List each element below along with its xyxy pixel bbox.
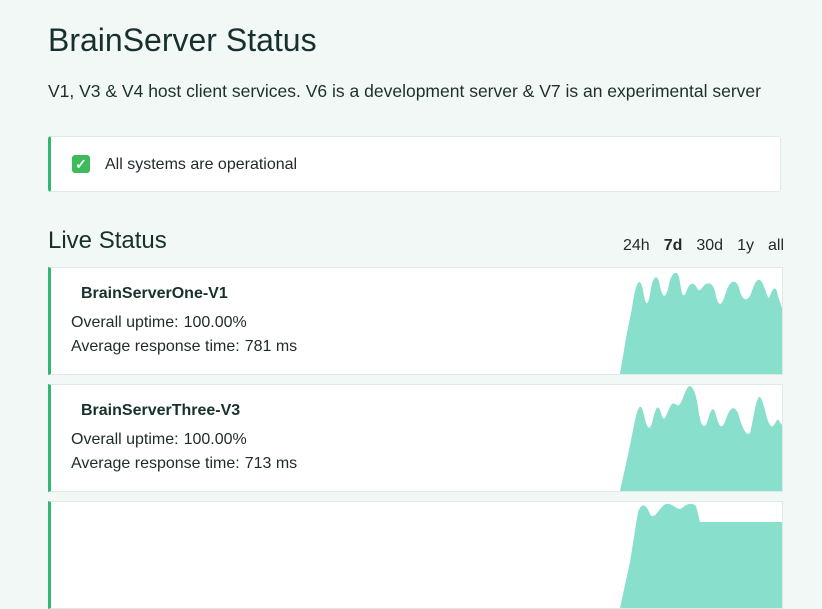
uptime-row: Overall uptime: 100.00% [71, 431, 247, 449]
response-row: Average response time: 781 ms [71, 338, 297, 356]
uptime-row: Overall uptime: 100.00% [71, 314, 247, 332]
page-title: BrainServer Status [48, 22, 317, 58]
server-card[interactable]: BrainServerThree-V3 Overall uptime: 100.0… [48, 384, 783, 492]
response-value: 713 ms [244, 455, 298, 472]
live-status-title: Live Status [48, 227, 167, 254]
range-selector: 24h 7d 30d 1y all [623, 237, 784, 255]
response-sparkline [620, 272, 782, 374]
status-banner: ✓ All systems are operational [48, 136, 781, 192]
response-sparkline [620, 503, 782, 608]
response-label: Average response time: [71, 455, 240, 472]
range-all[interactable]: all [768, 237, 784, 255]
range-1y[interactable]: 1y [737, 237, 754, 255]
server-card[interactable]: BrainServerOne-V1 Overall uptime: 100.00%… [48, 267, 783, 375]
uptime-value: 100.00% [183, 314, 247, 331]
range-30d[interactable]: 30d [696, 237, 723, 255]
uptime-value: 100.00% [183, 431, 247, 448]
uptime-label: Overall uptime: [71, 431, 179, 448]
page-description: V1, V3 & V4 host client services. V6 is … [48, 81, 761, 101]
status-message: All systems are operational [105, 156, 298, 173]
server-name: BrainServerOne-V1 [81, 285, 228, 302]
range-24h[interactable]: 24h [623, 237, 650, 255]
range-7d[interactable]: 7d [664, 237, 683, 255]
response-sparkline [620, 386, 782, 491]
response-label: Average response time: [71, 338, 240, 355]
response-row: Average response time: 713 ms [71, 455, 297, 473]
server-card[interactable] [48, 501, 783, 609]
response-value: 781 ms [244, 338, 298, 355]
uptime-label: Overall uptime: [71, 314, 179, 331]
server-name: BrainServerThree-V3 [81, 402, 241, 419]
check-icon: ✓ [72, 155, 90, 173]
